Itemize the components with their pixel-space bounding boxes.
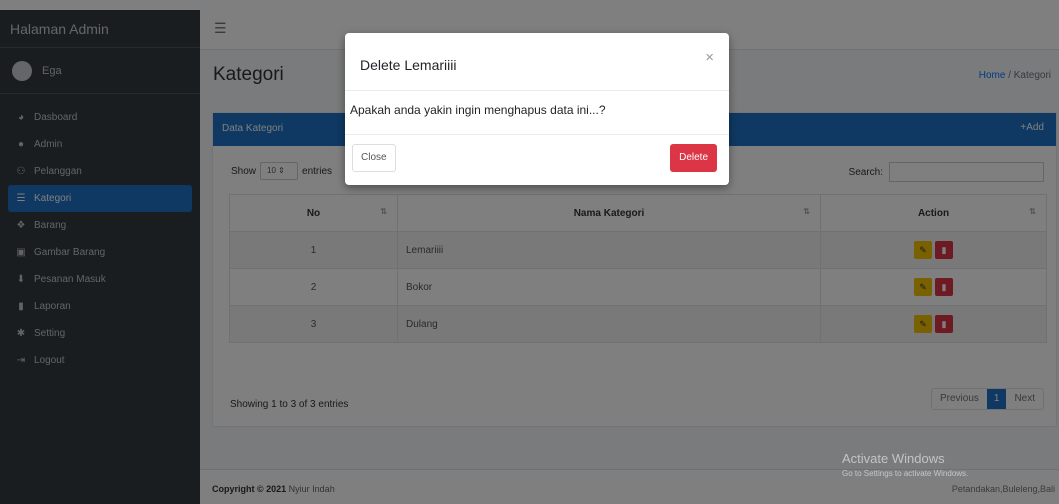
modal-footer: Close Delete bbox=[345, 135, 729, 185]
delete-confirm-button[interactable]: Delete bbox=[670, 144, 717, 172]
modal-message: Apakah anda yakin ingin menghapus data i… bbox=[350, 103, 606, 117]
activate-windows-subtitle: Go to Settings to activate Windows. bbox=[842, 469, 969, 478]
close-icon[interactable]: × bbox=[705, 49, 714, 66]
delete-modal: Delete Lemariiii × Apakah anda yakin ing… bbox=[345, 33, 729, 185]
modal-header: Delete Lemariiii × bbox=[345, 33, 729, 91]
modal-title: Delete Lemariiii bbox=[360, 57, 457, 73]
activate-windows-title: Activate Windows bbox=[842, 451, 945, 466]
close-button[interactable]: Close bbox=[352, 144, 396, 172]
modal-body: Apakah anda yakin ingin menghapus data i… bbox=[345, 91, 729, 135]
